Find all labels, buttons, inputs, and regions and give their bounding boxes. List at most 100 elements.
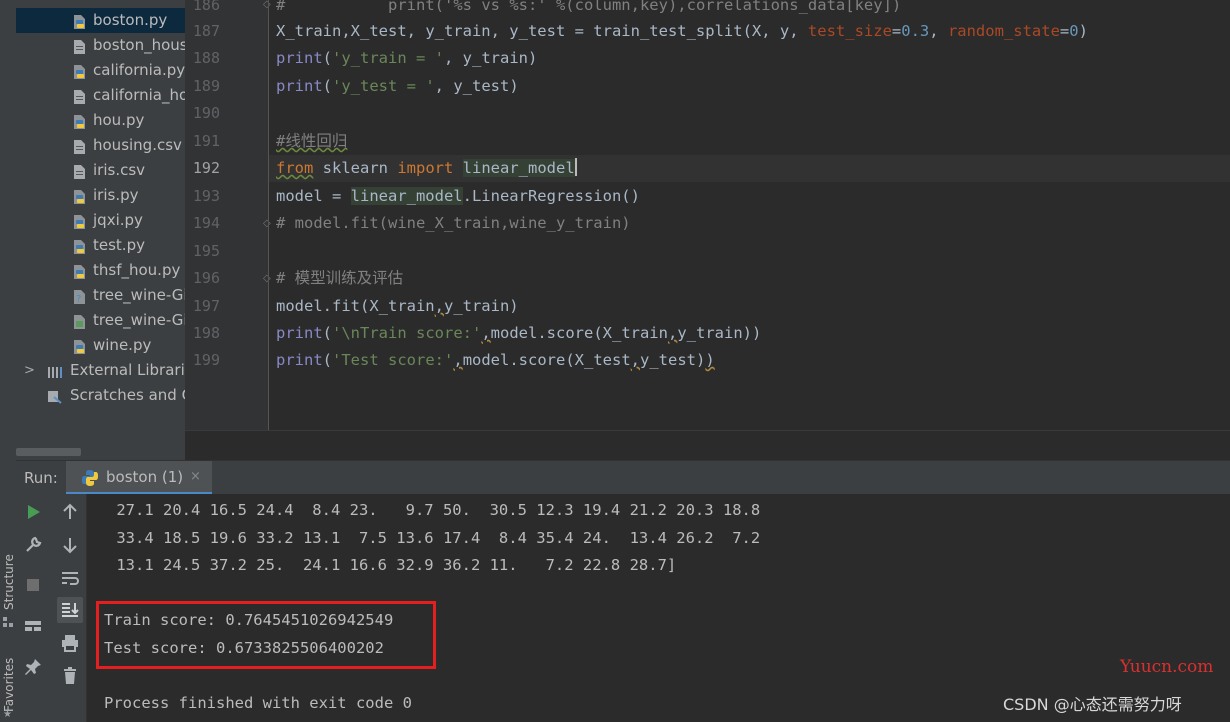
code-token: from (276, 159, 314, 177)
tree-item-external-libraries[interactable]: > External Librarie (16, 358, 185, 383)
tree-item-tree-wine-2[interactable]: tree_wine-Gi (16, 308, 185, 333)
console-output[interactable]: 27.1 20.4 16.5 24.4 8.4 23. 9.7 50. 30.5… (87, 494, 1230, 722)
console-line: 33.4 18.5 19.6 33.2 13.1 7.5 13.6 17.4 8… (107, 529, 761, 547)
tree-horizontal-scrollbar[interactable] (16, 448, 81, 456)
code-token: 0 (1069, 22, 1079, 40)
layout-icon[interactable] (21, 614, 45, 638)
line-number: 195 (192, 242, 220, 260)
line-number: 189 (192, 77, 220, 95)
star-icon: ★ (3, 709, 12, 720)
tree-item-california-py[interactable]: california.py (16, 58, 185, 83)
editor-horizontal-scrollbar[interactable] (185, 430, 1230, 460)
code-token: ,X_test, y_train, y_test = train_test_sp… (341, 22, 808, 40)
code-token: print (276, 49, 323, 67)
run-icon[interactable] (21, 500, 45, 524)
structure-icon (3, 612, 13, 627)
tree-item-label: thsf_hou.py (93, 261, 181, 279)
code-token: , (481, 324, 491, 342)
code-token: 0.3 (901, 22, 930, 40)
tree-item-tree-wine-1[interactable]: ? tree_wine-Gi (16, 283, 185, 308)
console-line: 27.1 20.4 16.5 24.4 8.4 23. 9.7 50. 30.5… (107, 501, 761, 519)
chevron-right-icon[interactable]: > (24, 358, 35, 383)
tree-item-label: boston_hous (93, 36, 185, 54)
soft-wrap-icon[interactable] (58, 566, 82, 590)
comment-text: print('%s vs %s:' %(column,key),correlat… (388, 0, 902, 14)
code-token: ( (322, 324, 333, 342)
code-token: test_size (807, 22, 892, 40)
code-token: y_test) (640, 351, 706, 369)
tree-item-label: Scratches and C (70, 386, 185, 404)
scroll-to-end-button[interactable] (57, 597, 83, 623)
code-editor[interactable]: 186 187 188 189 190 191 192 193 194 195 … (185, 0, 1230, 460)
console-line-exit: Process finished with exit code 0 (104, 694, 412, 712)
code-line-197: model.fit(X_train,y_train) (276, 293, 519, 320)
code-token: ( (322, 351, 333, 369)
pin-icon[interactable] (21, 655, 45, 679)
code-line-192: from sklearn import linear_model (269, 155, 1230, 182)
trash-icon[interactable] (58, 664, 82, 688)
code-token: import (397, 159, 454, 177)
tree-item-iris-csv[interactable]: iris.csv (16, 158, 185, 183)
python-file-icon (72, 188, 87, 204)
code-token: print (276, 351, 323, 369)
code-token: y_train)) (677, 324, 762, 342)
code-line-198: print('\nTrain score:',model.score(X_tra… (276, 320, 761, 347)
code-token: ) (705, 351, 715, 369)
python-file-icon (72, 213, 87, 229)
structure-tab-label: Structure (2, 554, 16, 610)
code-token: ) (1078, 22, 1088, 40)
scroll-to-end-icon (58, 598, 82, 622)
line-number: 197 (192, 297, 220, 315)
line-gutter: 186 187 188 189 190 191 192 193 194 195 … (185, 0, 271, 430)
code-token: , (667, 324, 678, 342)
line-number: 188 (192, 49, 220, 67)
code-token: model.fit(X_train (276, 297, 435, 315)
code-token: X_train (276, 22, 342, 40)
favorites-tab-label: Favorites (2, 657, 16, 712)
code-token: linear_model (462, 159, 575, 177)
run-tab-boston[interactable]: boston (1) × (66, 461, 212, 495)
console-line: 13.1 24.5 37.2 25. 24.1 16.6 32.9 36.2 1… (107, 556, 677, 574)
tree-item-hou-py[interactable]: hou.py (16, 108, 185, 133)
tree-item-thsf-hou-py[interactable]: thsf_hou.py (16, 258, 185, 283)
project-tree: boston.py boston_hous california.py cali… (16, 0, 185, 460)
wrench-icon[interactable] (21, 533, 45, 557)
print-icon[interactable] (58, 631, 82, 655)
tree-item-label: california_ho (93, 86, 185, 104)
code-token: , (453, 351, 463, 369)
structure-tab[interactable]: Structure (0, 548, 16, 610)
code-line-189: print('y_test = ', y_test) (276, 73, 519, 100)
stop-icon[interactable] (21, 573, 45, 597)
tree-item-boston-hous[interactable]: boston_hous (16, 33, 185, 58)
tree-item-test-py[interactable]: test.py (16, 233, 185, 258)
code-token: , (434, 297, 444, 315)
line-number: 190 (192, 104, 220, 122)
code-line-191: #线性回归 (276, 128, 347, 155)
down-arrow-icon[interactable] (58, 533, 82, 557)
line-number: 187 (192, 22, 220, 40)
line-number: 194 (192, 214, 220, 232)
tree-item-scratches[interactable]: Scratches and C (16, 383, 185, 408)
code-token: 'Test score:' (332, 351, 454, 369)
code-token: = (891, 22, 902, 40)
tree-item-wine-py[interactable]: wine.py (16, 333, 185, 358)
tree-item-label: wine.py (93, 336, 152, 354)
text-file-icon (72, 163, 87, 179)
python-file-icon (72, 338, 87, 354)
tree-item-label: test.py (93, 236, 145, 254)
close-icon[interactable]: × (190, 461, 201, 493)
line-number: 199 (192, 351, 220, 369)
tree-item-boston-py[interactable]: boston.py (16, 8, 185, 33)
line-number: 198 (192, 324, 220, 342)
line-number-current: 192 (192, 159, 220, 177)
code-token: random_state (947, 22, 1060, 40)
tree-item-iris-py[interactable]: iris.py (16, 183, 185, 208)
favorites-tab[interactable]: Favorites (0, 652, 16, 712)
tree-item-housing-csv[interactable]: housing.csv (16, 133, 185, 158)
tree-item-label: tree_wine-Gi (93, 286, 185, 304)
tree-item-california-ho[interactable]: california_ho (16, 83, 185, 108)
up-arrow-icon[interactable] (58, 500, 82, 524)
code-token: , (929, 22, 948, 40)
tree-item-jqxi-py[interactable]: jqxi.py (16, 208, 185, 233)
code-token: y_train) (443, 297, 519, 315)
